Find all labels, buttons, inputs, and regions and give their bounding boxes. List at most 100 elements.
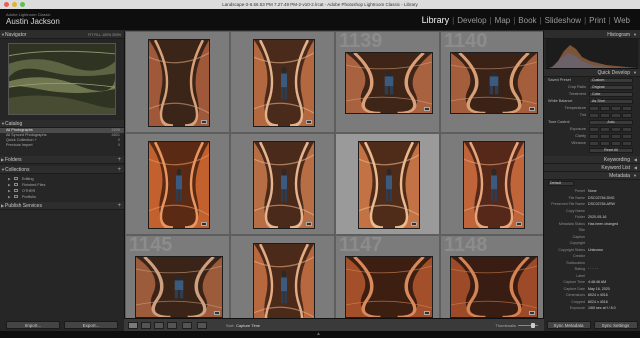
vibrance-label: Vibrance <box>571 141 586 145</box>
grid-cell-index: 1147 <box>339 235 383 256</box>
photo-thumbnail[interactable] <box>252 39 315 127</box>
identity-plate: Adobe Lightroom Classic Austin Jackson <box>6 13 60 26</box>
expand-triangle-icon: ◀ <box>633 157 637 162</box>
expand-triangle-icon[interactable]: ▶ <box>8 194 11 200</box>
temperature-label: Temperature <box>564 106 586 110</box>
collections-header[interactable]: ▼ Collections + <box>0 166 124 174</box>
catalog-item-label: Quick Collection + <box>6 138 37 142</box>
slider-knob[interactable] <box>530 323 535 328</box>
sync-metadata-button[interactable]: Sync Metadata <box>546 320 591 329</box>
grid-cell-index: 1145 <box>129 235 173 256</box>
keywording-header[interactable]: Keywording ◀ <box>544 156 640 164</box>
add-folder-icon[interactable]: + <box>117 156 121 164</box>
white-balance-select[interactable]: As Shot <box>589 99 633 104</box>
quick-develop-header[interactable]: Quick Develop ▼ <box>544 69 640 77</box>
metadata-field-value[interactable]: 1/60 sec at f / 8.0 <box>588 305 616 312</box>
crop-ratio-select[interactable]: Original <box>589 85 633 90</box>
white-balance-label: White Balance <box>548 99 573 103</box>
grid-cell[interactable] <box>125 133 230 235</box>
collapse-triangle-icon: ▼ <box>1 167 5 172</box>
reset-all-button[interactable]: Reset All <box>589 148 633 153</box>
photo-thumbnail[interactable] <box>344 256 433 318</box>
temperature-adjust-buttons[interactable] <box>589 106 632 111</box>
histogram-header[interactable]: Histogram ▼ <box>544 31 640 39</box>
photo-thumbnail[interactable] <box>357 141 420 229</box>
photo-thumbnail[interactable] <box>147 39 210 127</box>
module-picker: Library | Develop | Map | Book | Slideshow | Print… <box>420 15 632 25</box>
grid-cell[interactable]: 1145 <box>125 235 230 318</box>
tint-adjust-buttons[interactable] <box>589 113 632 118</box>
treatment-select[interactable]: Color <box>589 92 633 97</box>
histogram-title: Histogram <box>607 32 630 38</box>
exposure-adjust-buttons[interactable] <box>589 127 632 132</box>
catalog-item-label: All Photographs <box>6 128 33 132</box>
catalog-header[interactable]: ▼ Catalog <box>0 120 124 128</box>
module-develop[interactable]: Develop <box>455 16 488 25</box>
collection-set-label: OTHER <box>22 189 36 193</box>
vibrance-adjust-buttons[interactable] <box>589 141 632 146</box>
navigator-header[interactable]: ▼ Navigator FIT FILL 100% 300% <box>0 31 124 39</box>
folders-header[interactable]: ▶ Folders + <box>0 156 124 164</box>
grid-cell[interactable]: 1148 <box>440 235 543 318</box>
grid-cell[interactable]: 1140 <box>440 31 543 133</box>
module-slideshow[interactable]: Slideshow <box>543 16 583 25</box>
saved-preset-select[interactable]: Custom <box>589 78 633 83</box>
photo-thumbnail[interactable] <box>449 52 538 114</box>
expand-triangle-icon: ◀ <box>633 165 637 170</box>
grid-cell[interactable] <box>230 235 335 318</box>
photo-thumbnail[interactable] <box>344 52 433 114</box>
export-button[interactable]: Export... <box>64 320 118 329</box>
module-map[interactable]: Map <box>493 16 513 25</box>
grid-cell[interactable] <box>230 31 335 133</box>
collapse-triangle-icon: ▼ <box>633 70 637 75</box>
expand-filmstrip-icon[interactable]: ▲ <box>316 331 321 338</box>
photo-thumbnail[interactable] <box>252 141 315 229</box>
right-panel: Histogram ▼ Quick Develop ▼ Saved Preset… <box>544 31 640 331</box>
keyword-list-title: Keyword List <box>601 165 630 171</box>
module-web[interactable]: Web <box>612 16 632 25</box>
clarity-adjust-buttons[interactable] <box>589 134 632 139</box>
catalog-item[interactable]: Previous Import 0 <box>0 143 124 148</box>
window-title: Landscape-2-6.56.53 PM 7.27.49 PM-2-v10-… <box>222 2 418 7</box>
keyword-list-header[interactable]: Keyword List ◀ <box>544 164 640 172</box>
navigator-zoom-options[interactable]: FIT FILL 100% 300% <box>88 31 121 39</box>
module-library[interactable]: Library <box>420 15 452 25</box>
grid-cell-index: 1139 <box>339 31 383 52</box>
grid-cell[interactable]: 1147 <box>335 235 440 318</box>
photo-thumbnail[interactable] <box>449 256 538 318</box>
add-collection-icon[interactable]: + <box>117 166 121 174</box>
module-print[interactable]: Print <box>587 16 607 25</box>
expand-triangle-icon: ▶ <box>1 157 5 162</box>
collection-set-icon <box>14 189 18 192</box>
metadata-row: Exposure 1/60 sec at f / 8.0 <box>544 305 640 312</box>
grid-cell[interactable] <box>125 31 230 133</box>
metadata-header[interactable]: Metadata ▼ <box>544 172 640 180</box>
photo-thumbnail[interactable] <box>252 243 315 318</box>
grid-cell[interactable] <box>335 133 440 235</box>
grid-view-button[interactable] <box>128 322 138 329</box>
add-publish-service-icon[interactable]: + <box>117 202 121 210</box>
catalog-title: Catalog <box>5 121 23 127</box>
grid-cell[interactable] <box>440 133 543 235</box>
import-button[interactable]: Import... <box>6 320 60 329</box>
module-book[interactable]: Book <box>516 16 538 25</box>
grid-cell[interactable]: 1139 <box>335 31 440 133</box>
photo-thumbnail[interactable] <box>462 141 525 229</box>
compare-view-button[interactable] <box>154 322 164 329</box>
publish-services-header[interactable]: ▶ Publish Services + <box>0 202 124 210</box>
photo-thumbnail[interactable] <box>134 256 223 318</box>
sync-settings-button[interactable]: Sync Settings <box>593 320 638 329</box>
loupe-view-button[interactable] <box>141 322 151 329</box>
navigator-preview[interactable] <box>8 43 116 115</box>
survey-view-button[interactable] <box>167 322 177 329</box>
grid-cell[interactable] <box>230 133 335 235</box>
crop-ratio-label: Crop Ratio <box>567 85 586 89</box>
metadata-view-select[interactable]: Default <box>548 181 574 186</box>
painter-tool-button[interactable] <box>197 322 207 329</box>
collection-set-item[interactable]: ▶ Portfolio <box>0 194 124 200</box>
auto-tone-button[interactable]: Auto <box>589 120 633 125</box>
people-view-button[interactable] <box>182 322 192 329</box>
collection-set-icon <box>14 183 18 186</box>
photo-thumbnail[interactable] <box>147 141 210 229</box>
thumbnail-size-slider[interactable] <box>518 323 538 328</box>
